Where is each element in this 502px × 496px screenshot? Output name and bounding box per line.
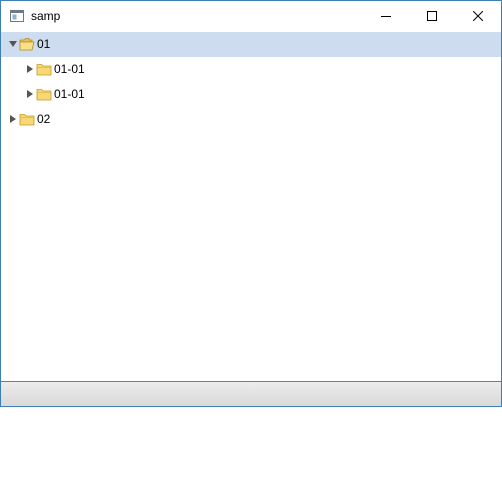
close-icon (473, 11, 483, 21)
tree-node-01[interactable]: 01 (1, 32, 501, 57)
folder-icon (36, 89, 52, 101)
minimize-button[interactable] (363, 1, 409, 31)
tree-node-02[interactable]: 02 (1, 107, 501, 132)
tree-node-01-01[interactable]: 01-01 (1, 57, 501, 82)
tree-node-label: 01-01 (54, 87, 85, 101)
folder-open-icon (19, 38, 35, 51)
folder-icon (19, 114, 35, 126)
collapsed-arrow-icon[interactable] (25, 64, 35, 74)
expanded-arrow-icon[interactable] (8, 39, 18, 49)
app-window: samp 01 01-01 01-01 02 (0, 0, 502, 407)
tree-node-label: 01 (37, 37, 51, 51)
tree-node-label: 01-01 (54, 62, 85, 76)
tree-node-label: 02 (37, 112, 51, 126)
folder-icon (36, 64, 52, 76)
minimize-icon (381, 16, 391, 17)
maximize-icon (427, 11, 437, 21)
close-button[interactable] (455, 1, 501, 31)
title-bar[interactable]: samp (1, 1, 501, 31)
collapsed-arrow-icon[interactable] (25, 89, 35, 99)
window-title: samp (31, 9, 61, 23)
collapsed-arrow-icon[interactable] (8, 114, 18, 124)
status-bar (1, 382, 501, 406)
tree-node-01-01[interactable]: 01-01 (1, 82, 501, 107)
window-app-icon (10, 10, 24, 22)
tree-view[interactable]: 01 01-01 01-01 02 (1, 31, 501, 382)
maximize-button[interactable] (409, 1, 455, 31)
